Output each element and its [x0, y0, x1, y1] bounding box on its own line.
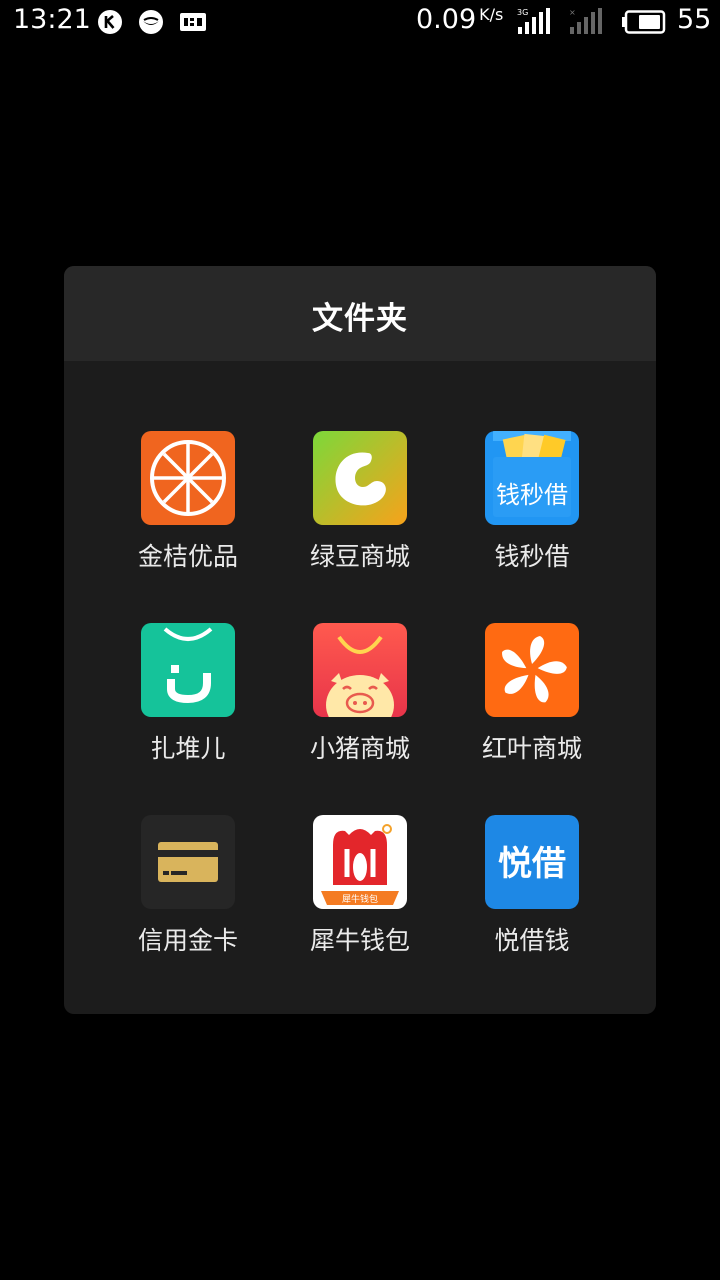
clock: 13:21: [13, 4, 91, 35]
smile-app-icon: [139, 10, 163, 34]
battery-level: 55: [677, 4, 712, 35]
orange-slice-icon: [141, 431, 235, 525]
signal-3g-icon: 3G: [517, 8, 550, 34]
battery-icon: [622, 10, 666, 34]
app-label: 红叶商城: [481, 734, 582, 763]
status-bar: 13:21 0.09 K/s 3G × 55: [0, 0, 720, 46]
svg-text:×: ×: [569, 8, 576, 17]
app-label: 小猪商城: [309, 734, 410, 763]
app-jinju-youpin[interactable]: 金桔优品: [108, 431, 268, 591]
app-xinyong-jinka[interactable]: 信用金卡: [108, 815, 268, 975]
sim-card-icon: [180, 13, 206, 31]
app-label: 金桔优品: [137, 542, 238, 571]
yue-jie-icon: 悦借: [485, 815, 579, 909]
app-qianmiaojie[interactable]: 钱秒借 钱秒借: [452, 431, 612, 591]
app-label: 信用金卡: [137, 926, 238, 955]
folder-title[interactable]: 文件夹: [64, 293, 656, 338]
network-speed: 0.09 K/s: [416, 4, 504, 35]
shopping-bag-face-icon: [141, 623, 235, 717]
folder-panel: 文件夹 金桔优品 绿豆商城 钱秒借 钱秒借 扎堆儿 小猪商城 红叶商城 信用金卡…: [64, 266, 656, 1014]
app-zhaduier[interactable]: 扎堆儿: [108, 623, 268, 783]
app-label: 扎堆儿: [150, 734, 226, 763]
app-lvdou-shangcheng[interactable]: 绿豆商城: [280, 431, 440, 591]
svg-text:3G: 3G: [517, 8, 528, 17]
signal-no-sim-icon: ×: [569, 8, 602, 34]
gold-card-icon: [141, 815, 235, 909]
app-xiniu-qianbao[interactable]: 犀牛钱包 犀牛钱包: [280, 815, 440, 975]
app-label: 悦借钱: [494, 926, 570, 955]
rhino-icon: 犀牛钱包: [313, 815, 407, 909]
svg-text:钱秒借: 钱秒借: [496, 481, 568, 509]
svg-text:悦借: 悦借: [498, 844, 566, 884]
folder-header: 文件夹: [64, 266, 656, 361]
pinwheel-leaf-icon: [485, 623, 579, 717]
app-xiaozhu-shangcheng[interactable]: 小猪商城: [280, 623, 440, 783]
app-hongye-shangcheng[interactable]: 红叶商城: [452, 623, 612, 783]
app-label: 绿豆商城: [309, 542, 410, 571]
svg-text:犀牛钱包: 犀牛钱包: [342, 893, 378, 905]
app-label: 犀牛钱包: [309, 926, 410, 955]
green-bean-icon: [313, 431, 407, 525]
pig-bag-icon: [313, 623, 407, 717]
app-yue-jieqian[interactable]: 悦借 悦借钱: [452, 815, 612, 975]
wallet-cards-icon: 钱秒借: [485, 431, 579, 525]
app-label: 钱秒借: [494, 542, 570, 571]
k-app-icon: [98, 10, 122, 34]
